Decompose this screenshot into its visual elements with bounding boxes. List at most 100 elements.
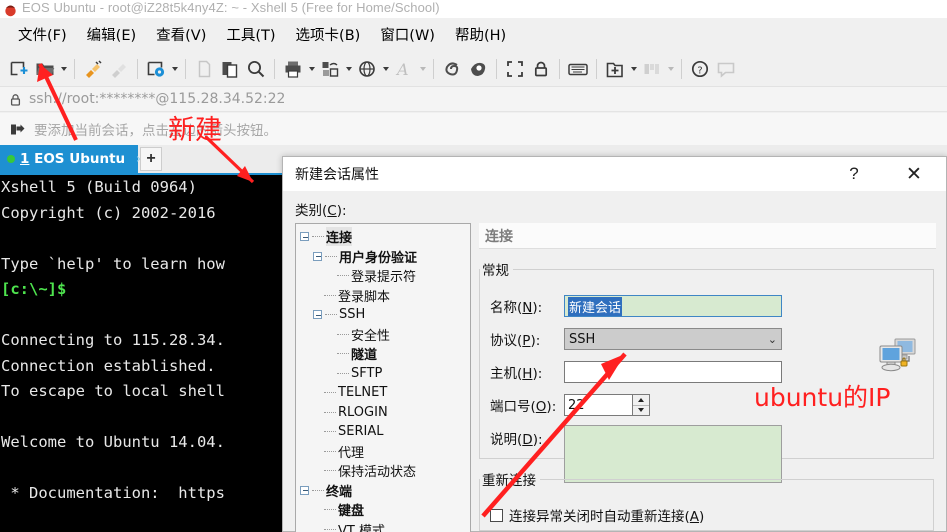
terminal-line: Copyright (c) 2002-2016 xyxy=(1,203,216,222)
protocol-select[interactable]: SSH ⌄ xyxy=(564,328,782,350)
globe-icon[interactable] xyxy=(354,56,380,82)
highlight-icon[interactable] xyxy=(465,56,491,82)
globe-dropdown-icon[interactable] xyxy=(380,56,391,82)
tree-item[interactable]: VT 模式 xyxy=(300,520,470,532)
tree-connector xyxy=(324,450,336,452)
dialog-close-button[interactable]: ✕ xyxy=(888,157,940,191)
tree-collapse-icon[interactable] xyxy=(300,485,309,495)
tree-item[interactable]: RLOGIN xyxy=(300,403,470,423)
category-label: 类别(C): xyxy=(295,203,347,219)
tree-item[interactable]: 隧道 xyxy=(300,344,470,364)
help-icon[interactable]: ? xyxy=(687,56,713,82)
tree-item[interactable]: TELNET xyxy=(300,383,470,403)
layout-dropdown-icon[interactable] xyxy=(665,56,676,82)
port-stepper[interactable] xyxy=(632,394,650,416)
session-properties-dropdown-icon[interactable] xyxy=(169,56,180,82)
new-tab-button[interactable]: + xyxy=(140,147,162,171)
open-folder-icon[interactable] xyxy=(32,56,58,82)
tree-item[interactable]: SSH xyxy=(300,305,470,325)
name-input[interactable]: 新建会话 xyxy=(564,295,782,317)
tree-item-label: 登录提示符 xyxy=(351,270,417,286)
terminal-line: Xshell 5 (Build 0964) xyxy=(1,178,197,196)
tree-item[interactable]: 用户身份验证 xyxy=(300,247,470,267)
keyboard-icon[interactable] xyxy=(565,56,591,82)
transfer-dropdown-icon[interactable] xyxy=(343,56,354,82)
auto-reconnect-checkbox-row[interactable]: 连接异常关闭时自动重新连接(A) xyxy=(490,505,704,525)
transfer-icon[interactable] xyxy=(317,56,343,82)
layout-icon xyxy=(639,56,665,82)
tree-connector xyxy=(324,294,336,296)
tree-collapse-icon[interactable] xyxy=(300,232,309,242)
tree-item[interactable]: 终端 xyxy=(300,481,470,501)
toolbar-separator xyxy=(433,58,434,79)
tab-status-dot xyxy=(7,155,15,163)
tree-item[interactable]: SFTP xyxy=(300,364,470,384)
tree-connector xyxy=(337,353,349,355)
host-row: 主机(H): xyxy=(490,361,782,383)
fullscreen-icon[interactable] xyxy=(502,56,528,82)
lock-icon[interactable] xyxy=(528,56,554,82)
paste-icon[interactable] xyxy=(217,56,243,82)
menu-tabs[interactable]: 选项卡(B) xyxy=(286,22,371,47)
terminal-line: To escape to local shell xyxy=(1,382,225,400)
tab-eos-ubuntu[interactable]: 1 EOS Ubuntu × xyxy=(0,145,143,173)
session-properties-icon[interactable] xyxy=(143,56,169,82)
tree-connector xyxy=(325,255,337,257)
port-label: 端口号(O): xyxy=(490,399,557,415)
reconnect-group-legend: 重新连接 xyxy=(482,473,536,489)
add-session-icon[interactable] xyxy=(10,122,25,137)
dialog-help-button[interactable]: ? xyxy=(834,157,874,191)
port-stepper-up[interactable] xyxy=(633,395,649,406)
menu-file[interactable]: 文件(F) xyxy=(8,22,77,47)
menu-window[interactable]: 窗口(W) xyxy=(370,22,445,47)
port-stepper-down[interactable] xyxy=(633,406,649,416)
tree-item[interactable]: 保持活动状态 xyxy=(300,461,470,481)
tree-item[interactable]: 安全性 xyxy=(300,325,470,345)
host-input[interactable] xyxy=(564,361,782,383)
tree-item[interactable]: 连接 xyxy=(300,227,470,247)
open-folder-dropdown-icon[interactable] xyxy=(58,56,69,82)
find-icon[interactable] xyxy=(243,56,269,82)
tree-collapse-icon[interactable] xyxy=(313,251,322,261)
add-tab-dropdown-icon[interactable] xyxy=(628,56,639,82)
tree-item[interactable]: 登录脚本 xyxy=(300,286,470,306)
menu-edit[interactable]: 编辑(E) xyxy=(77,22,146,47)
settings-pane: 连接 常规 名称(N): 新建会话 协议(P): SSH ⌄ 主机(H): 端口… xyxy=(479,223,936,532)
tree-collapse-icon[interactable] xyxy=(313,310,322,320)
tree-item-label: 登录脚本 xyxy=(338,289,391,305)
name-input-value: 新建会话 xyxy=(568,296,623,316)
address-bar[interactable]: ssh://root:********@115.28.34.52:22 xyxy=(0,86,947,112)
menu-view[interactable]: 查看(V) xyxy=(146,22,216,47)
name-row: 名称(N): 新建会话 xyxy=(490,295,782,317)
print-icon[interactable] xyxy=(280,56,306,82)
tree-item-label: 保持活动状态 xyxy=(338,465,417,481)
tree-connector xyxy=(324,411,336,413)
font-dropdown-icon[interactable] xyxy=(417,56,428,82)
tree-connector xyxy=(337,372,349,374)
tree-item[interactable]: 代理 xyxy=(300,442,470,462)
menu-help[interactable]: 帮助(H) xyxy=(445,22,516,47)
tree-item[interactable]: 键盘 xyxy=(300,500,470,520)
new-session-icon[interactable] xyxy=(6,56,32,82)
terminal-line: Welcome to Ubuntu 14.04. xyxy=(1,433,225,451)
tree-item[interactable]: SERIAL xyxy=(300,422,470,442)
add-tab-icon[interactable] xyxy=(602,56,628,82)
terminal-line: Connection established. xyxy=(1,356,216,375)
log-icon[interactable] xyxy=(439,56,465,82)
print-dropdown-icon[interactable] xyxy=(306,56,317,82)
comment-icon[interactable] xyxy=(713,56,739,82)
connect-icon[interactable] xyxy=(80,56,106,82)
menu-tools[interactable]: 工具(T) xyxy=(216,22,285,47)
tree-item-label: SSH xyxy=(339,307,366,323)
terminal-output[interactable]: Xshell 5 (Build 0964) Copyright (c) 2002… xyxy=(0,173,283,532)
category-tree[interactable]: 连接 用户身份验证登录提示符登录脚本 SSH 安全性隧道 SFTP TELNET RLOGI… xyxy=(295,223,471,532)
port-input[interactable]: 22 xyxy=(564,394,632,416)
terminal-line: * Documentation: https xyxy=(1,484,225,502)
tree-item[interactable]: 登录提示符 xyxy=(300,266,470,286)
tree-item-label: 隧道 xyxy=(351,348,378,364)
toolbar: A ? xyxy=(0,51,947,86)
protocol-label: 协议(P): xyxy=(490,333,541,349)
window-title-text: EOS Ubuntu - root@iZ28t5k4ny4Z: ~ - Xshe… xyxy=(22,0,440,15)
auto-reconnect-checkbox[interactable] xyxy=(490,508,503,522)
